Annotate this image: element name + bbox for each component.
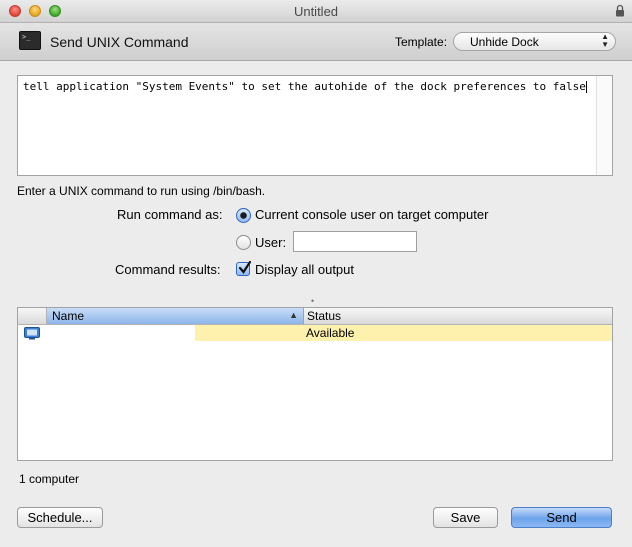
specific-user-radio[interactable] xyxy=(236,235,251,250)
table-row[interactable]: Available xyxy=(18,325,612,341)
send-unix-command-window: Untitled >_ Send UNIX Command Template: … xyxy=(0,0,632,547)
sort-ascending-icon: ▲ xyxy=(289,310,298,320)
console-user-label[interactable]: Current console user on target computer xyxy=(255,207,488,222)
specific-user-label[interactable]: User: xyxy=(255,235,286,250)
row-status-cell: Available xyxy=(306,326,355,340)
header-title: Send UNIX Command xyxy=(50,34,189,50)
command-results-label: Command results: xyxy=(115,262,221,277)
schedule-button[interactable]: Schedule... xyxy=(17,507,103,528)
user-name-input[interactable] xyxy=(293,231,417,252)
display-output-label[interactable]: Display all output xyxy=(255,262,354,277)
computer-icon xyxy=(24,327,40,340)
template-label: Template: xyxy=(395,35,448,49)
template-popup[interactable]: Unhide Dock ▲ ▼ xyxy=(453,32,616,51)
console-user-radio[interactable] xyxy=(236,208,251,223)
popup-arrows-icon: ▲ ▼ xyxy=(601,32,609,49)
terminal-icon: >_ xyxy=(19,31,41,50)
column-name-label: Name xyxy=(52,309,85,323)
save-button[interactable]: Save xyxy=(433,507,498,528)
computer-list[interactable]: Name ▲ Status Available xyxy=(17,307,613,461)
display-output-checkbox[interactable] xyxy=(236,260,252,276)
column-header-icon[interactable] xyxy=(18,308,47,324)
command-hint: Enter a UNIX command to run using /bin/b… xyxy=(17,184,266,198)
computer-count: 1 computer xyxy=(19,472,80,486)
send-button[interactable]: Send xyxy=(511,507,612,528)
column-header-name[interactable]: Name ▲ xyxy=(47,308,304,324)
split-view-handle-icon[interactable]: • xyxy=(311,296,314,306)
text-caret xyxy=(585,81,587,93)
run-as-label: Run command as: xyxy=(117,207,223,222)
editor-scrollbar[interactable] xyxy=(596,76,612,175)
list-header: Name ▲ Status xyxy=(18,308,612,325)
template-popup-value: Unhide Dock xyxy=(470,35,539,49)
command-editor[interactable]: tell application "System Events" to set … xyxy=(17,75,613,176)
lock-icon xyxy=(616,4,624,17)
command-editor-text: tell application "System Events" to set … xyxy=(23,80,587,93)
checkmark-icon xyxy=(238,260,252,274)
column-status-label: Status xyxy=(307,309,342,323)
row-highlight xyxy=(195,325,612,341)
column-header-status[interactable]: Status xyxy=(304,308,612,324)
title-bar[interactable]: Untitled xyxy=(0,0,632,23)
command-header: >_ Send UNIX Command Template: Unhide Do… xyxy=(0,23,632,61)
window-title: Untitled xyxy=(293,4,339,19)
